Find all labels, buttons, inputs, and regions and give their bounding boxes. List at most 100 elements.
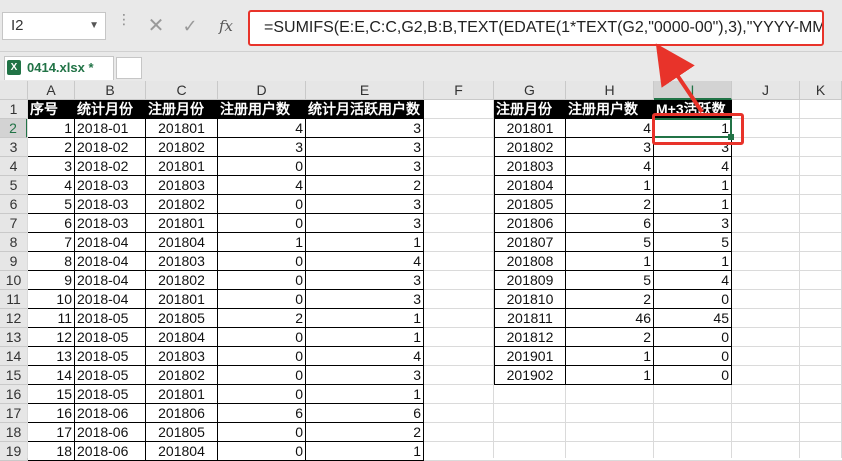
row-header-14[interactable]: 14: [0, 347, 28, 366]
select-all-corner[interactable]: [0, 81, 28, 100]
row-header-6[interactable]: 6: [0, 195, 28, 214]
table-cell[interactable]: 0: [218, 252, 306, 271]
row-header-12[interactable]: 12: [0, 309, 28, 328]
table-cell[interactable]: 2018-03: [75, 214, 146, 233]
enter-icon[interactable]: ✓: [178, 14, 202, 38]
table-cell[interactable]: 10: [28, 290, 75, 309]
row-header-3[interactable]: 3: [0, 138, 28, 157]
column-header-a[interactable]: A: [28, 81, 75, 100]
row-header-1[interactable]: 1: [0, 100, 28, 119]
table-cell[interactable]: 7: [28, 233, 75, 252]
table-cell[interactable]: 11: [28, 309, 75, 328]
table-cell[interactable]: 0: [654, 290, 732, 309]
row-header-11[interactable]: 11: [0, 290, 28, 309]
table-cell[interactable]: 1: [306, 328, 424, 347]
row-header-2[interactable]: 2: [0, 119, 28, 138]
chevron-down-icon[interactable]: ▼: [89, 13, 99, 39]
table-cell[interactable]: 201801: [146, 385, 218, 404]
table-cell[interactable]: 2018-05: [75, 366, 146, 385]
table-cell[interactable]: 1: [654, 195, 732, 214]
header-cell[interactable]: 注册用户数: [218, 100, 306, 119]
table-cell[interactable]: 201801: [146, 214, 218, 233]
table-cell[interactable]: 5: [28, 195, 75, 214]
table-cell[interactable]: 1: [566, 347, 654, 366]
table-cell[interactable]: 2018-05: [75, 385, 146, 404]
table-cell[interactable]: 12: [28, 328, 75, 347]
table-cell[interactable]: 1: [28, 119, 75, 138]
table-cell[interactable]: 201803: [146, 176, 218, 195]
table-cell[interactable]: 46: [566, 309, 654, 328]
table-cell[interactable]: 2018-03: [75, 195, 146, 214]
column-header-e[interactable]: E: [306, 81, 424, 100]
header-cell[interactable]: 序号: [28, 100, 75, 119]
table-cell[interactable]: 2018-03: [75, 176, 146, 195]
table-cell[interactable]: 201803: [146, 252, 218, 271]
column-header-g[interactable]: G: [494, 81, 566, 100]
table-cell[interactable]: 201803: [494, 157, 566, 176]
column-header-f[interactable]: F: [424, 81, 494, 100]
table-cell[interactable]: 2018-05: [75, 309, 146, 328]
table-cell[interactable]: 6: [566, 214, 654, 233]
row-header-17[interactable]: 17: [0, 404, 28, 423]
table-cell[interactable]: 3: [306, 195, 424, 214]
table-cell[interactable]: 1: [566, 176, 654, 195]
column-header-h[interactable]: H: [566, 81, 654, 100]
table-cell[interactable]: 1: [654, 252, 732, 271]
table-cell[interactable]: 2018-05: [75, 347, 146, 366]
header-cell[interactable]: 注册月份: [494, 100, 566, 119]
new-tab-button[interactable]: [116, 57, 142, 79]
table-cell[interactable]: 8: [28, 252, 75, 271]
table-cell[interactable]: 201806: [146, 404, 218, 423]
table-cell[interactable]: 201804: [146, 233, 218, 252]
column-header-d[interactable]: D: [218, 81, 306, 100]
header-cell[interactable]: 注册用户数: [566, 100, 654, 119]
table-cell[interactable]: 4: [218, 119, 306, 138]
table-cell[interactable]: 15: [28, 385, 75, 404]
table-cell[interactable]: 201805: [494, 195, 566, 214]
table-cell[interactable]: 201901: [494, 347, 566, 366]
table-cell[interactable]: 4: [654, 157, 732, 176]
table-cell[interactable]: 3: [306, 119, 424, 138]
table-cell[interactable]: 5: [566, 271, 654, 290]
table-cell[interactable]: 201802: [494, 138, 566, 157]
table-cell[interactable]: 2018-02: [75, 138, 146, 157]
table-cell[interactable]: 201802: [146, 138, 218, 157]
row-header-5[interactable]: 5: [0, 176, 28, 195]
table-cell[interactable]: 201808: [494, 252, 566, 271]
row-header-18[interactable]: 18: [0, 423, 28, 442]
table-cell[interactable]: 2018-04: [75, 233, 146, 252]
table-cell[interactable]: 201802: [146, 366, 218, 385]
table-cell[interactable]: 9: [28, 271, 75, 290]
table-cell[interactable]: 1: [306, 385, 424, 404]
table-cell[interactable]: 3: [306, 366, 424, 385]
table-cell[interactable]: 2018-01: [75, 119, 146, 138]
table-cell[interactable]: 4: [566, 157, 654, 176]
table-cell[interactable]: 4: [566, 119, 654, 138]
table-cell[interactable]: 201809: [494, 271, 566, 290]
table-cell[interactable]: 0: [218, 271, 306, 290]
table-cell[interactable]: 201801: [146, 290, 218, 309]
header-cell[interactable]: 注册月份: [146, 100, 218, 119]
table-cell[interactable]: 2: [566, 195, 654, 214]
table-cell[interactable]: 4: [218, 176, 306, 195]
table-cell[interactable]: 0: [218, 442, 306, 461]
table-cell[interactable]: 201805: [146, 309, 218, 328]
drag-handle-icon[interactable]: ⋮: [117, 12, 131, 36]
table-cell[interactable]: 0: [218, 290, 306, 309]
name-box[interactable]: I2 ▼: [2, 12, 106, 40]
table-cell[interactable]: 1: [306, 442, 424, 461]
table-cell[interactable]: 2: [566, 290, 654, 309]
table-cell[interactable]: 5: [654, 233, 732, 252]
table-cell[interactable]: 2018-02: [75, 157, 146, 176]
table-cell[interactable]: 0: [218, 157, 306, 176]
table-cell[interactable]: 1: [566, 252, 654, 271]
table-cell[interactable]: 17: [28, 423, 75, 442]
table-cell[interactable]: 2: [566, 328, 654, 347]
table-cell[interactable]: 6: [218, 404, 306, 423]
table-cell[interactable]: 201801: [146, 157, 218, 176]
table-cell[interactable]: 2: [306, 176, 424, 195]
table-cell[interactable]: 201802: [146, 271, 218, 290]
table-cell[interactable]: 201804: [494, 176, 566, 195]
row-header-9[interactable]: 9: [0, 252, 28, 271]
table-cell[interactable]: 3: [306, 138, 424, 157]
